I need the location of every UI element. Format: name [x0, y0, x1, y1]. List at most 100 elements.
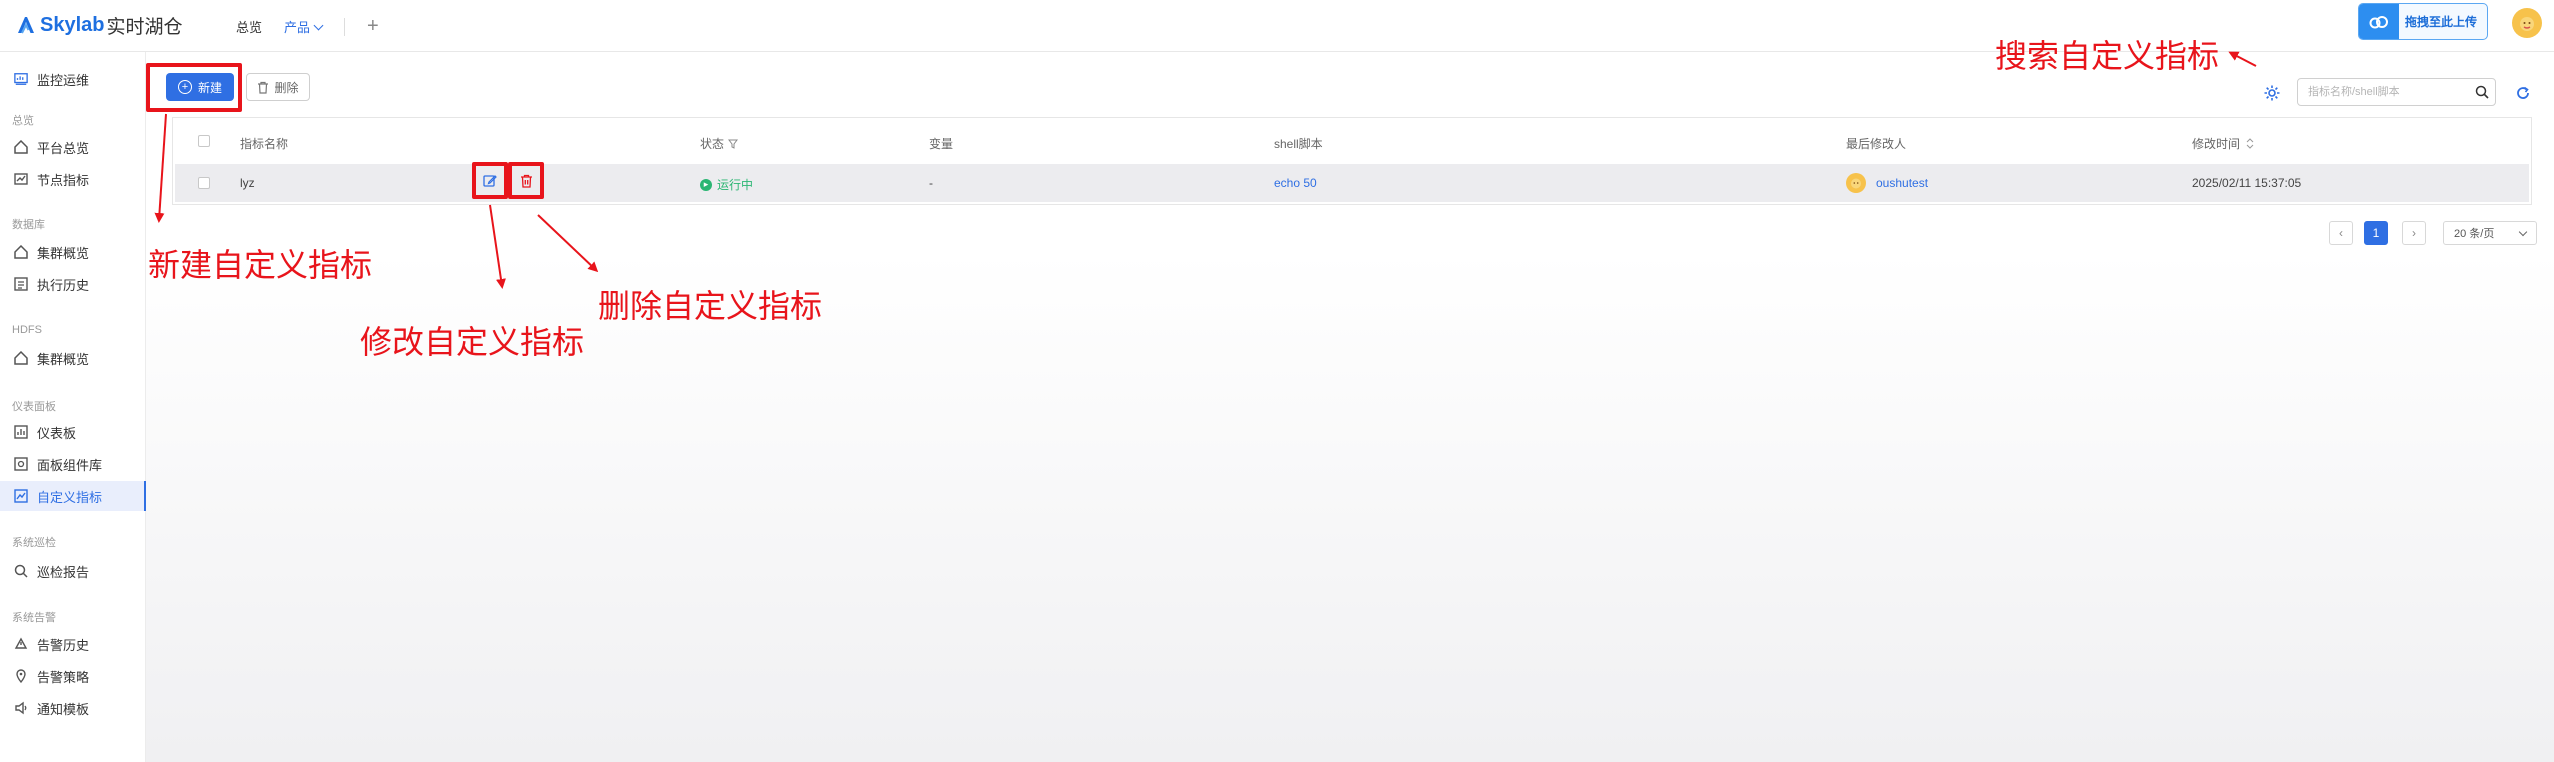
- upload-label: 拖拽至此上传: [2405, 15, 2478, 29]
- annotation-edit: 修改自定义指标: [360, 323, 585, 361]
- location-pin-icon: [14, 669, 28, 683]
- sidebar-item-label: 集群概览: [37, 245, 90, 261]
- running-icon: ▸: [700, 178, 712, 191]
- custom-metrics-icon: [14, 489, 28, 503]
- variable-value: -: [929, 176, 933, 190]
- speaker-icon: [14, 701, 28, 715]
- sidebar-item-label: 告警策略: [37, 669, 90, 685]
- modifier-cell: oushutest: [1846, 173, 1928, 193]
- annotation-delete: 删除自定义指标: [598, 287, 823, 325]
- search-report-icon: [14, 564, 28, 578]
- sidebar-item-label: 通知模板: [37, 701, 90, 717]
- column-header-name: 指标名称: [240, 137, 289, 151]
- sidebar-group-title: 总览: [12, 115, 34, 127]
- sidebar-item-label: 面板组件库: [37, 457, 103, 473]
- sidebar-item-execution-history[interactable]: 执行历史: [0, 269, 146, 299]
- delete-button[interactable]: 删除: [246, 73, 310, 101]
- sidebar-item-label: 节点指标: [37, 172, 90, 188]
- sidebar: 监控运维 总览 平台总览 节点指标 数据库 集群概览 执行历史 HDFS 集群概…: [0, 52, 146, 762]
- annotation-search: 搜索自定义指标: [1995, 37, 2220, 75]
- filter-icon[interactable]: [728, 139, 739, 149]
- sidebar-item-panel-library[interactable]: 面板组件库: [0, 449, 146, 479]
- sidebar-group-title: 系统巡检: [12, 537, 56, 549]
- highlight-delete-icon: [508, 162, 544, 199]
- column-header-label: 状态: [700, 137, 725, 151]
- sidebar-item-hdfs-cluster-overview[interactable]: 集群概览: [0, 343, 146, 373]
- app-logo[interactable]: Skylab 实时湖仓: [14, 10, 183, 40]
- chart-icon: [14, 172, 28, 186]
- search-input[interactable]: [2298, 79, 2468, 105]
- chevron-down-icon: [2518, 227, 2528, 237]
- home-icon: [14, 245, 28, 259]
- chevron-right-icon: ›: [2412, 226, 2416, 240]
- prev-page-button[interactable]: ‹: [2329, 221, 2353, 245]
- nav-product-label: 产品: [284, 20, 311, 35]
- home-icon: [14, 351, 28, 365]
- select-all-checkbox[interactable]: [198, 135, 210, 147]
- history-icon: [14, 277, 28, 291]
- page-size-label: 20 条/页: [2454, 228, 2495, 240]
- chevron-down-icon: [313, 20, 324, 31]
- metric-name: lyz: [240, 176, 255, 190]
- search-icon[interactable]: [2475, 85, 2489, 99]
- sidebar-item-label: 执行历史: [37, 277, 90, 293]
- trash-icon: [258, 81, 269, 94]
- avatar-face-icon: [2520, 17, 2534, 31]
- next-page-button[interactable]: ›: [2402, 221, 2426, 245]
- page-size-select[interactable]: 20 条/页: [2443, 221, 2537, 245]
- table-header: 指标名称 状态 变量 shell脚本 最后修改人 修改时间: [173, 118, 2531, 164]
- column-header-modified-time[interactable]: 修改时间: [2192, 135, 2254, 152]
- sidebar-item-platform-overview[interactable]: 平台总览: [0, 132, 146, 162]
- column-header-modifier: 最后修改人: [1846, 137, 1907, 151]
- sidebar-item-inspection-report[interactable]: 巡检报告: [0, 556, 146, 586]
- sidebar-item-label: 告警历史: [37, 637, 90, 653]
- highlight-new-button: [146, 63, 242, 112]
- panel-library-icon: [14, 457, 28, 471]
- search-box: [2297, 78, 2496, 106]
- column-header-script: shell脚本: [1274, 137, 1323, 151]
- status-badge: ▸ 运行中: [700, 176, 753, 193]
- refresh-icon[interactable]: [2515, 85, 2531, 101]
- sidebar-item-node-metrics[interactable]: 节点指标: [0, 164, 146, 194]
- sidebar-group-title: HDFS: [12, 324, 42, 336]
- column-header-variable: 变量: [929, 137, 954, 151]
- sidebar-item-alert-history[interactable]: 告警历史: [0, 629, 146, 659]
- cloud-upload-icon: [2359, 4, 2399, 39]
- sidebar-group-title: 仪表面板: [12, 401, 56, 413]
- upload-button[interactable]: 拖拽至此上传: [2358, 3, 2488, 40]
- highlight-edit-icon: [472, 162, 508, 199]
- sidebar-item-label: 集群概览: [37, 351, 90, 367]
- nav-divider: [344, 17, 346, 36]
- sort-icon[interactable]: [2246, 138, 2254, 149]
- status-label: 运行中: [717, 178, 754, 192]
- delete-button-label: 删除: [274, 80, 299, 95]
- page-1-button[interactable]: 1: [2364, 221, 2388, 245]
- alert-history-icon: [14, 637, 28, 651]
- sidebar-item-custom-metrics[interactable]: 自定义指标: [0, 481, 146, 511]
- dashboard-icon: [14, 425, 28, 439]
- brand-subtitle: 实时湖仓: [106, 16, 183, 38]
- nav-overview[interactable]: 总览: [236, 17, 262, 36]
- sidebar-group-title: 系统告警: [12, 612, 56, 624]
- skylab-logo-icon: [18, 17, 34, 34]
- home-icon: [14, 140, 28, 154]
- sidebar-item-alert-policy[interactable]: 告警策略: [0, 661, 146, 691]
- modifier-name[interactable]: oushutest: [1876, 176, 1928, 190]
- sidebar-item-monitoring[interactable]: 监控运维: [0, 64, 146, 94]
- sidebar-item-label: 巡检报告: [37, 564, 90, 580]
- user-avatar[interactable]: [2512, 8, 2542, 38]
- sidebar-item-label: 仪表板: [37, 425, 77, 441]
- add-tab-icon[interactable]: +: [367, 15, 379, 38]
- sidebar-item-dashboard[interactable]: 仪表板: [0, 417, 146, 447]
- brand-name: Skylab: [40, 13, 105, 36]
- annotation-new: 新建自定义指标: [148, 246, 373, 284]
- sidebar-item-label: 监控运维: [37, 72, 90, 88]
- settings-gear-icon[interactable]: [2263, 84, 2281, 102]
- row-checkbox[interactable]: [198, 177, 210, 189]
- shell-script-link[interactable]: echo 50: [1274, 176, 1317, 190]
- sidebar-item-db-cluster-overview[interactable]: 集群概览: [0, 237, 146, 267]
- nav-product[interactable]: 产品: [284, 17, 324, 36]
- column-header-status[interactable]: 状态: [700, 135, 739, 152]
- sidebar-item-notify-template[interactable]: 通知模板: [0, 693, 146, 723]
- column-header-label: 修改时间: [2192, 137, 2241, 151]
